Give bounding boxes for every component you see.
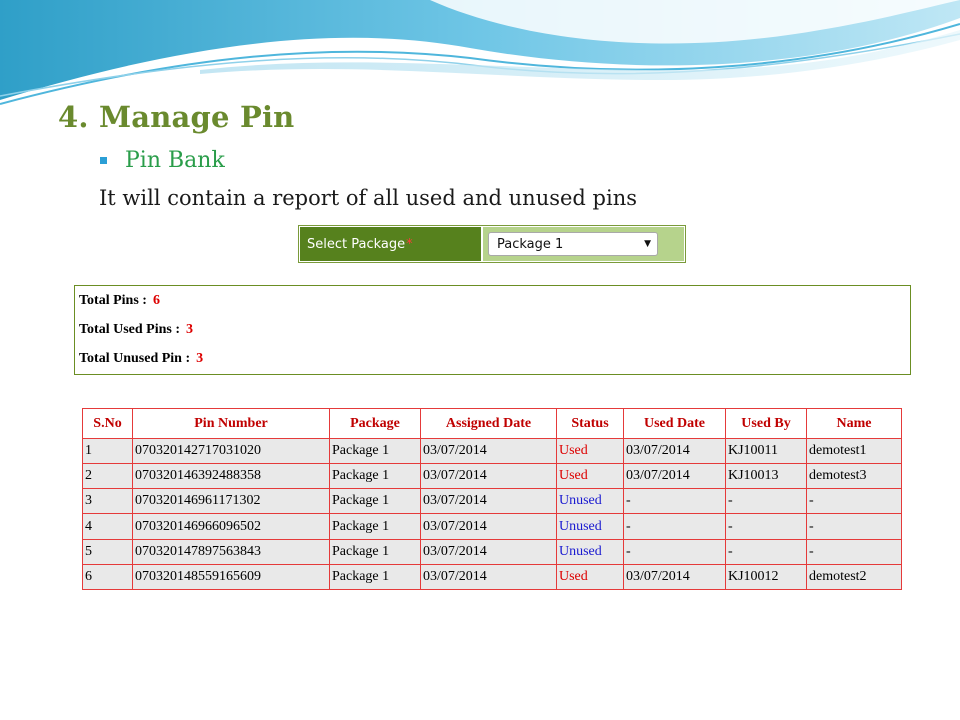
cell-pin-number: 070320142717031020 bbox=[132, 437, 330, 465]
bullet-item: Pin Bank bbox=[100, 148, 225, 173]
header-status: Status bbox=[556, 408, 624, 439]
cell-sno: 1 bbox=[82, 437, 133, 465]
cell-status: Unused bbox=[556, 513, 624, 540]
cell-name: - bbox=[806, 538, 902, 565]
total-pins-label: Total Pins : bbox=[79, 293, 147, 308]
table-row: 2 070320146392488358 Package 1 03/07/201… bbox=[82, 463, 902, 490]
cell-pin-number: 070320147897563843 bbox=[132, 538, 330, 565]
total-unused-pins-row: Total Unused Pin : 3 bbox=[79, 351, 203, 367]
cell-name: demotest2 bbox=[806, 563, 902, 591]
cell-used-date: - bbox=[623, 513, 726, 540]
package-label-cell: Select Package * bbox=[300, 227, 481, 261]
cell-status: Unused bbox=[556, 488, 624, 515]
cell-assigned-date: 03/07/2014 bbox=[420, 513, 557, 540]
cell-package: Package 1 bbox=[329, 463, 421, 490]
pin-bank-screenshot: Select Package * Package 1 ▼ Total Pins :… bbox=[48, 222, 918, 598]
cell-used-by: - bbox=[725, 488, 807, 515]
cell-package: Package 1 bbox=[329, 488, 421, 515]
cell-pin-number: 070320146961171302 bbox=[132, 488, 330, 515]
pin-summary-box: Total Pins : 6 Total Used Pins : 3 Total U… bbox=[74, 285, 911, 375]
total-unused-pins-label: Total Unused Pin : bbox=[79, 351, 191, 366]
cell-sno: 5 bbox=[82, 538, 133, 565]
cell-used-by: - bbox=[725, 538, 807, 565]
cell-status: Used bbox=[556, 563, 624, 591]
header-pin-number: Pin Number bbox=[132, 408, 330, 439]
cell-used-by: KJ10013 bbox=[725, 463, 807, 490]
cell-assigned-date: 03/07/2014 bbox=[420, 538, 557, 565]
table-header-row: S.No Pin Number Package Assigned Date St… bbox=[82, 408, 902, 439]
cell-package: Package 1 bbox=[329, 538, 421, 565]
total-used-pins-label: Total Used Pins : bbox=[79, 322, 181, 337]
cell-package: Package 1 bbox=[329, 513, 421, 540]
chevron-down-icon[interactable]: ▼ bbox=[644, 239, 651, 249]
cell-used-date: - bbox=[623, 488, 726, 515]
cell-assigned-date: 03/07/2014 bbox=[420, 488, 557, 515]
total-pins-value: 6 bbox=[152, 293, 160, 308]
package-selector-bar: Select Package * Package 1 ▼ bbox=[298, 225, 686, 263]
cell-pin-number: 070320146966096502 bbox=[132, 513, 330, 540]
total-used-pins-row: Total Used Pins : 3 bbox=[79, 322, 193, 338]
total-pins-row: Total Pins : 6 bbox=[79, 293, 160, 309]
cell-pin-number: 070320148559165609 bbox=[132, 563, 330, 591]
header-used-by: Used By bbox=[725, 408, 807, 439]
cell-name: demotest3 bbox=[806, 463, 902, 490]
package-select[interactable]: Package 1 ▼ bbox=[488, 232, 658, 256]
cell-sno: 2 bbox=[82, 463, 133, 490]
slide-description: It will contain a report of all used and… bbox=[99, 186, 638, 210]
cell-name: demotest1 bbox=[806, 437, 902, 465]
package-select-value: Package 1 bbox=[497, 236, 564, 252]
cell-sno: 4 bbox=[82, 513, 133, 540]
required-marker: * bbox=[406, 236, 413, 252]
cell-sno: 3 bbox=[82, 488, 133, 515]
cell-used-by: KJ10011 bbox=[725, 437, 807, 465]
cell-sno: 6 bbox=[82, 563, 133, 591]
cell-used-by: - bbox=[725, 513, 807, 540]
header-assigned-date: Assigned Date bbox=[420, 408, 557, 439]
cell-status: Unused bbox=[556, 538, 624, 565]
table-row: 3 070320146961171302 Package 1 03/07/201… bbox=[82, 488, 902, 515]
cell-assigned-date: 03/07/2014 bbox=[420, 563, 557, 591]
slide-title: 4. Manage Pin bbox=[58, 100, 295, 134]
total-unused-pins-value: 3 bbox=[196, 351, 204, 366]
cell-assigned-date: 03/07/2014 bbox=[420, 437, 557, 465]
cell-used-date: 03/07/2014 bbox=[623, 437, 726, 465]
header-package: Package bbox=[329, 408, 421, 439]
cell-status: Used bbox=[556, 437, 624, 465]
cell-assigned-date: 03/07/2014 bbox=[420, 463, 557, 490]
cell-used-date: - bbox=[623, 538, 726, 565]
cell-package: Package 1 bbox=[329, 437, 421, 465]
table-row: 5 070320147897563843 Package 1 03/07/201… bbox=[82, 538, 902, 565]
total-used-pins-value: 3 bbox=[186, 322, 194, 337]
package-label: Select Package bbox=[307, 236, 406, 252]
cell-status: Used bbox=[556, 463, 624, 490]
package-select-cell: Package 1 ▼ bbox=[483, 227, 684, 261]
table-row: 6 070320148559165609 Package 1 03/07/201… bbox=[82, 563, 902, 591]
pin-bank-table: S.No Pin Number Package Assigned Date St… bbox=[82, 408, 902, 591]
header-wave-decoration bbox=[0, 0, 960, 105]
bullet-square-icon bbox=[100, 157, 107, 164]
cell-used-date: 03/07/2014 bbox=[623, 463, 726, 490]
header-sno: S.No bbox=[82, 408, 133, 439]
bullet-text: Pin Bank bbox=[125, 148, 225, 173]
header-used-date: Used Date bbox=[623, 408, 726, 439]
cell-used-date: 03/07/2014 bbox=[623, 563, 726, 591]
cell-package: Package 1 bbox=[329, 563, 421, 591]
header-name: Name bbox=[806, 408, 902, 439]
cell-used-by: KJ10012 bbox=[725, 563, 807, 591]
table-row: 4 070320146966096502 Package 1 03/07/201… bbox=[82, 513, 902, 540]
cell-pin-number: 070320146392488358 bbox=[132, 463, 330, 490]
cell-name: - bbox=[806, 513, 902, 540]
table-row: 1 070320142717031020 Package 1 03/07/201… bbox=[82, 437, 902, 465]
cell-name: - bbox=[806, 488, 902, 515]
